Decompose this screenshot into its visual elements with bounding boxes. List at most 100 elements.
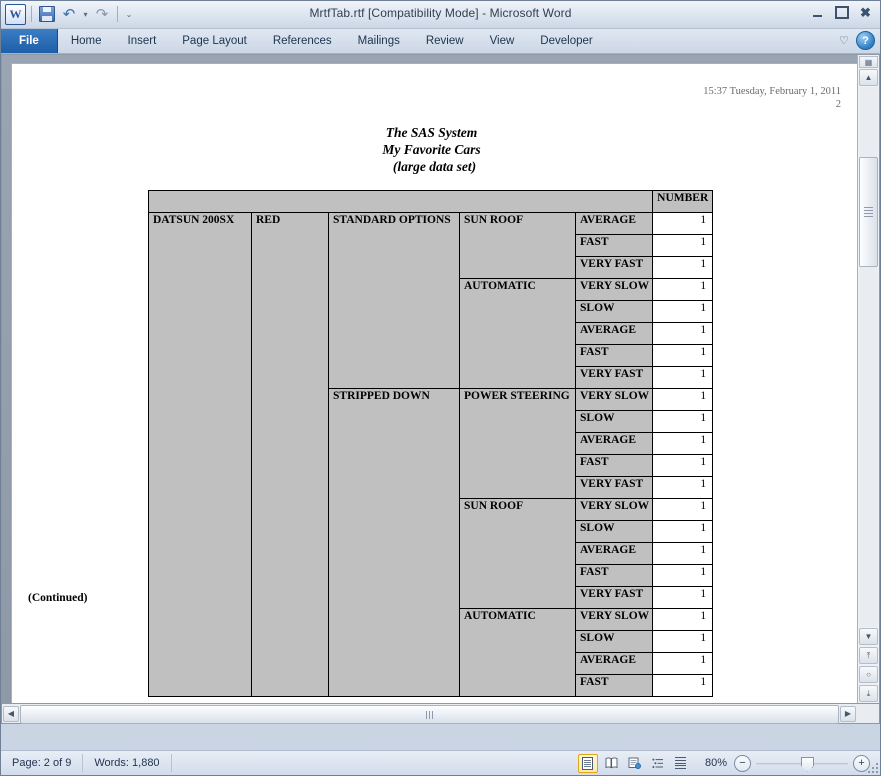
cell-number: 1 [652,278,714,301]
outline-view-icon[interactable] [649,755,667,772]
cell-number: 1 [652,608,714,631]
table-row: DATSUN 200SX RED STANDARD OPTIONS SUN RO… [148,212,714,697]
tab-file[interactable]: File [1,29,58,53]
cell-speed: VERY SLOW [574,608,654,631]
cell-speed: AVERAGE [574,432,654,455]
document-pane[interactable]: 15:37 Tuesday, February 1, 2011 2 The SA… [2,55,857,703]
horizontal-scroll-thumb[interactable] [20,705,839,724]
cell-number: 1 [652,674,714,697]
scroll-down-button[interactable]: ▼ [859,628,878,645]
cell-speed: VERY FAST [574,586,654,609]
cell-speed: FAST [574,234,654,257]
cell-speed: VERY SLOW [574,278,654,301]
zoom-level-label[interactable]: 80% [698,757,734,769]
cell-number: 1 [652,520,714,543]
web-layout-view-icon[interactable] [626,755,644,772]
tab-page-layout[interactable]: Page Layout [169,29,260,53]
zoom-slider[interactable] [756,756,848,772]
report-title-1: The SAS System [385,125,478,140]
report-title-3: (large data set) [392,159,477,175]
window-title: MrtfTab.rtf [Compatibility Mode] - Micro… [309,6,572,20]
cell-speed: AVERAGE [574,652,654,675]
cell-speed: FAST [574,674,654,697]
tab-review[interactable]: Review [413,29,477,53]
select-browse-object-button[interactable]: ○ [859,666,878,683]
tab-mailings[interactable]: Mailings [345,29,413,53]
cell-number: 1 [652,630,714,653]
cell-number: 1 [652,300,714,323]
next-page-button[interactable]: ⤓ [859,685,878,702]
help-icon[interactable]: ? [856,31,875,50]
status-page-indicator[interactable]: Page: 2 of 9 [1,754,84,772]
cell-speed: FAST [574,344,654,367]
cell-speed: AVERAGE [574,322,654,345]
cell-options: STANDARD OPTIONS [328,212,460,389]
ribbon-right-controls: ♡ ? [839,31,875,50]
vertical-scrollbar[interactable]: ▦ ▲ ▼ ⤒ ○ ⤓ [857,55,879,703]
zoom-slider-handle[interactable] [801,756,814,772]
cell-color: RED [251,212,329,697]
vertical-scroll-bottom-buttons: ▼ ⤒ ○ ⤓ [858,627,879,703]
cell-speed: SLOW [574,410,654,433]
cell-number: 1 [652,586,714,609]
cell-number: 1 [652,498,714,521]
cell-speed: VERY FAST [574,476,654,499]
sas-report-table[interactable]: NUMBER DATSUN 200SX RED STANDARD OPTIONS… [147,190,714,697]
minimize-ribbon-icon[interactable]: ♡ [839,34,849,47]
cell-speed: VERY SLOW [574,498,654,521]
cell-number: 1 [652,388,714,411]
header-blank-cell [147,190,654,213]
header-number-cell: NUMBER [652,190,714,213]
zoom-out-button[interactable]: − [734,754,751,772]
tab-references[interactable]: References [260,29,345,53]
cell-number: 1 [652,542,714,565]
maximize-icon[interactable] [833,5,850,20]
print-layout-view-icon[interactable] [577,753,598,773]
page-stamp: 15:37 Tuesday, February 1, 2011 2 [703,85,841,112]
vertical-scroll-thumb[interactable] [859,157,878,267]
minimize-icon[interactable] [809,5,826,20]
report-title-2: My Favorite Cars [382,142,481,158]
continued-label: (Continued) [28,592,88,604]
cell-number: 1 [652,410,714,433]
cell-speed: VERY FAST [574,366,654,389]
split-window-handle[interactable]: ▦ [859,56,878,68]
close-icon[interactable]: ✖ [857,5,874,20]
cell-number: 1 [652,454,714,477]
scroll-right-button[interactable]: ▶ [840,705,856,722]
tab-insert[interactable]: Insert [115,29,170,53]
cell-number: 1 [652,234,714,257]
status-bar: Page: 2 of 9 Words: 1,880 80% − + [1,750,880,775]
previous-page-button[interactable]: ⤒ [859,647,878,664]
vertical-scroll-track[interactable] [859,87,878,627]
tab-developer[interactable]: Developer [527,29,605,53]
horizontal-scrollbar[interactable]: ◀ ▶ [2,704,857,724]
cell-number: 1 [652,256,714,279]
draft-view-icon[interactable] [672,755,690,772]
document-page[interactable]: 15:37 Tuesday, February 1, 2011 2 The SA… [11,63,857,703]
cell-speed: VERY FAST [574,256,654,279]
scrollbar-corner [857,704,879,723]
cell-speed: AVERAGE [574,212,654,235]
cell-number: 1 [652,432,714,455]
cell-make: DATSUN 200SX [148,212,252,697]
cell-speed: FAST [574,454,654,477]
cell-feature: AUTOMATIC [459,608,576,697]
tab-view[interactable]: View [477,29,528,53]
cell-speed: VERY SLOW [574,388,654,411]
report-titles: The SAS System My Favorite Cars (large d… [12,124,857,175]
scroll-up-button[interactable]: ▲ [859,69,878,86]
cell-number: 1 [652,652,714,675]
cell-feature: POWER STEERING [459,388,576,499]
cell-speed: SLOW [574,630,654,653]
cell-number: 1 [652,476,714,499]
horizontal-scroll-track[interactable] [20,705,839,724]
scroll-left-button[interactable]: ◀ [3,705,19,722]
tab-home[interactable]: Home [58,29,115,53]
cell-number: 1 [652,366,714,389]
status-word-count[interactable]: Words: 1,880 [83,754,172,772]
window-resize-grip[interactable] [866,761,878,773]
cell-speed: AVERAGE [574,542,654,565]
full-screen-reading-view-icon[interactable] [603,755,621,772]
view-buttons [577,753,698,773]
